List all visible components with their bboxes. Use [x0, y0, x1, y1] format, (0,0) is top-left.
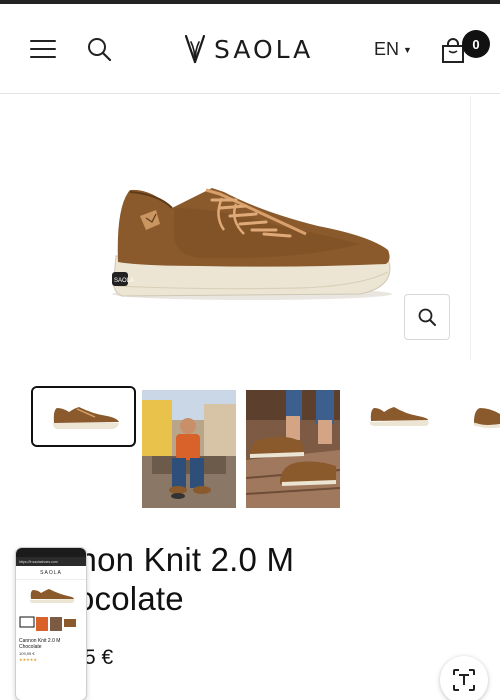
thumbnail-3[interactable]	[246, 390, 340, 508]
cart-count-badge: 0	[462, 30, 490, 58]
gallery-divider	[470, 96, 471, 360]
zoom-icon	[418, 308, 436, 326]
brand-name: SAOLA	[214, 34, 314, 64]
product-title: nnon Knit 2.0 M ocolate	[60, 540, 294, 618]
thumbnail-lifestyle-street-image	[142, 390, 236, 508]
thumbnail-shoe-partial-image	[470, 390, 500, 446]
preview-status-bar	[16, 548, 86, 557]
thumbnail-shoe-image	[33, 388, 133, 444]
language-label: EN	[374, 39, 400, 59]
floating-screenshot-preview[interactable]: https://fr.saolashoes.com SAOLA Cannon K…	[16, 548, 86, 700]
zoom-button[interactable]	[404, 294, 450, 340]
text-scan-icon	[453, 669, 475, 691]
thumbnail-1[interactable]	[31, 386, 136, 447]
brand-logo[interactable]: SAOLA	[184, 32, 313, 66]
saola-logo-mark-icon	[184, 34, 206, 64]
text-scan-button[interactable]	[440, 656, 488, 700]
thumbnail-2[interactable]	[142, 390, 236, 508]
preview-price: 109,95 €	[19, 651, 35, 656]
thumbnail-shoe-side-image	[356, 390, 440, 446]
product-title-line1: nnon Knit 2.0 M	[60, 541, 295, 578]
preview-url-bar: https://fr.saolashoes.com	[16, 557, 86, 566]
preview-header: SAOLA	[16, 566, 86, 580]
menu-button[interactable]	[30, 40, 56, 58]
preview-shoe-image	[30, 589, 75, 603]
product-main-image: SAOLA	[112, 188, 392, 300]
site-header: SAOLA EN ▼ 0	[0, 4, 500, 94]
hamburger-icon	[30, 40, 56, 42]
thumbnail-strip	[0, 386, 500, 512]
caret-down-icon: ▼	[403, 44, 412, 55]
product-price: 5 €	[84, 646, 114, 669]
svg-text:SAOLA: SAOLA	[114, 278, 134, 284]
thumbnail-5[interactable]	[470, 390, 500, 446]
preview-title: Cannon Knit 2.0 M Chocolate	[19, 638, 61, 650]
search-icon[interactable]	[86, 36, 112, 62]
thumbnail-lifestyle-feet-image	[246, 390, 340, 508]
language-selector[interactable]: EN ▼	[374, 39, 412, 60]
thumbnail-4[interactable]	[356, 390, 440, 446]
preview-thumbnails	[19, 616, 76, 631]
preview-stars: ★★★★★	[19, 657, 37, 662]
